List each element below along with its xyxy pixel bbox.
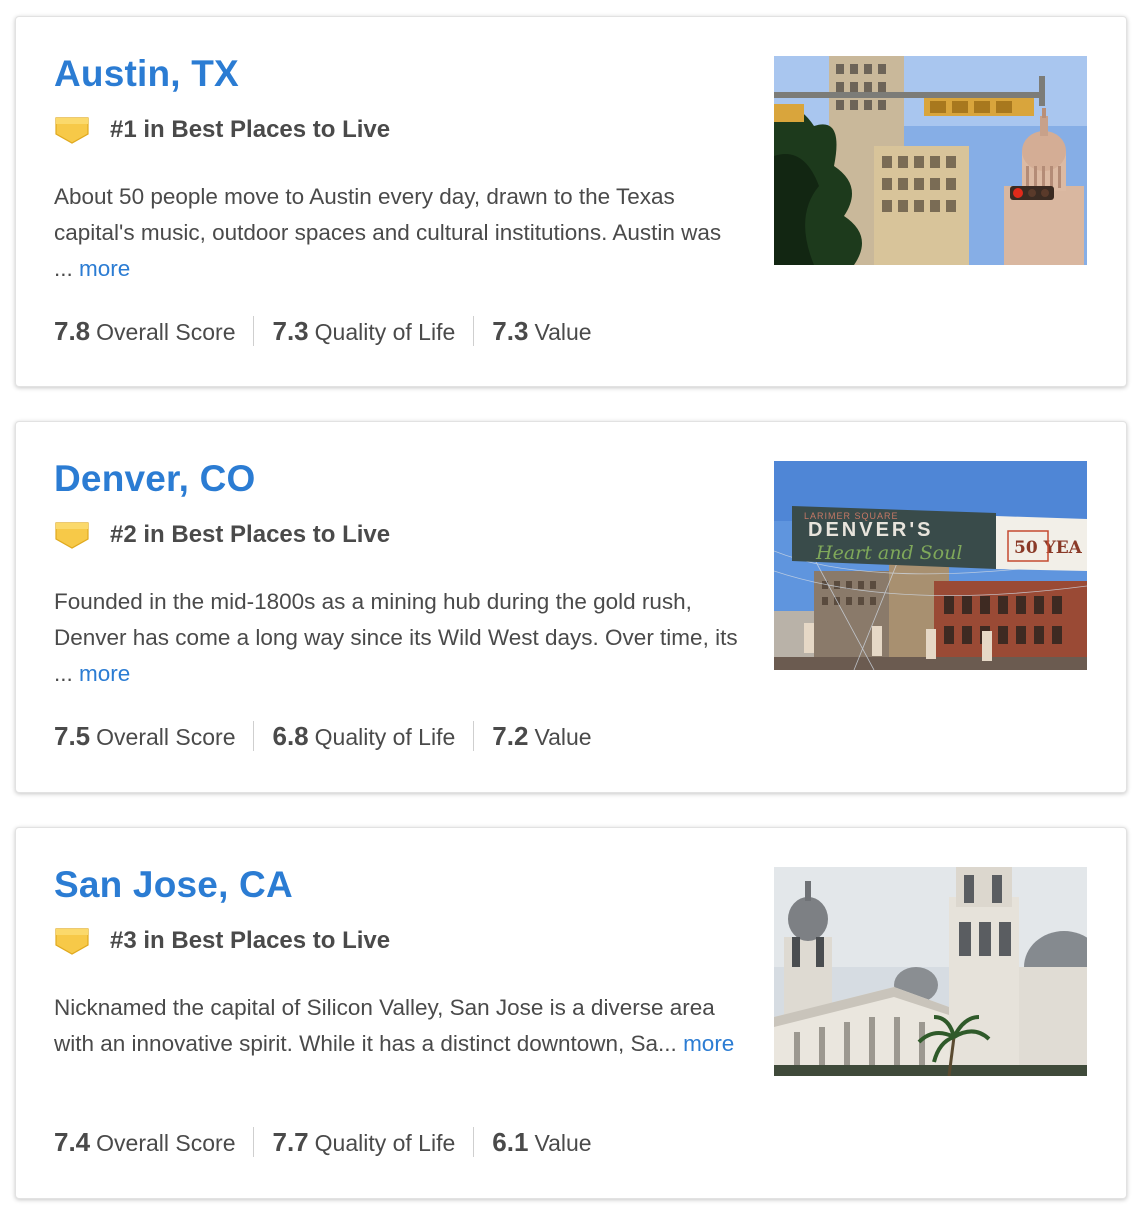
quality-score-value: 7.3 [272, 315, 309, 346]
value-score-value: 7.3 [492, 315, 529, 346]
description-text: About 50 people move to Austin every day… [54, 184, 722, 281]
overall-score-label: Overall Score [96, 318, 236, 345]
more-link[interactable]: more [683, 1031, 734, 1056]
city-title-link[interactable]: Denver, CO [54, 456, 255, 502]
austin-capitol-photo[interactable] [774, 56, 1087, 265]
more-link[interactable]: more [79, 661, 130, 686]
quality-score-value: 6.8 [272, 720, 309, 751]
value-score-label: Value [534, 1129, 592, 1156]
city-title-link[interactable]: Austin, TX [54, 51, 239, 97]
city-list: Austin, TX #1 in Best Places to Live Abo… [15, 16, 1127, 1199]
quality-of-life-score: 7.7 Quality of Life [272, 1127, 455, 1158]
score-row: 7.5 Overall Score 6.8 Quality of Life 7.… [54, 718, 592, 754]
value-score: 7.3 Value [492, 316, 591, 347]
overall-score: 7.4 Overall Score [54, 1127, 235, 1158]
quality-of-life-score: 7.3 Quality of Life [272, 316, 455, 347]
score-divider [473, 721, 475, 751]
rank-label: #1 in Best Places to Live [110, 116, 391, 143]
value-score-label: Value [534, 723, 592, 750]
rank-row: #1 in Best Places to Live [54, 113, 390, 147]
overall-score-value: 7.5 [54, 720, 91, 751]
value-score-label: Value [534, 318, 592, 345]
rank-label: #3 in Best Places to Live [110, 927, 391, 954]
banner-main-text: DENVER'S [808, 519, 933, 541]
city-card-denver: Denver, CO #2 in Best Places to Live Fou… [15, 421, 1127, 793]
score-divider [253, 1127, 255, 1157]
rank-label: #2 in Best Places to Live [110, 521, 391, 548]
rank-row: #3 in Best Places to Live [54, 924, 390, 958]
overall-score: 7.8 Overall Score [54, 316, 235, 347]
score-row: 7.4 Overall Score 7.7 Quality of Life 6.… [54, 1124, 592, 1160]
value-score: 7.2 Value [492, 721, 591, 752]
shield-badge-icon [55, 117, 89, 144]
rank-row: #2 in Best Places to Live [54, 518, 390, 552]
value-score-value: 6.1 [492, 1126, 529, 1157]
city-description: About 50 people move to Austin every day… [54, 179, 744, 287]
score-divider [473, 316, 475, 346]
banner-script-text: Heart and Soul [815, 542, 962, 564]
overall-score-label: Overall Score [96, 1129, 236, 1156]
city-card-austin: Austin, TX #1 in Best Places to Live Abo… [15, 16, 1127, 387]
score-divider [253, 316, 255, 346]
description-text: Founded in the mid-1800s as a mining hub… [54, 589, 738, 686]
score-row: 7.8 Overall Score 7.3 Quality of Life 7.… [54, 313, 592, 349]
score-divider [473, 1127, 475, 1157]
value-score-value: 7.2 [492, 720, 529, 751]
denver-larimer-square-photo[interactable]: LARIMER SQUARE DENVER'S Heart and Soul 5… [774, 461, 1087, 670]
description-text: Nicknamed the capital of Silicon Valley,… [54, 995, 715, 1056]
quality-score-label: Quality of Life [314, 318, 456, 345]
san-jose-cathedral-photo[interactable] [774, 867, 1087, 1076]
value-score: 6.1 Value [492, 1127, 591, 1158]
score-divider [253, 721, 255, 751]
overall-score-value: 7.8 [54, 315, 91, 346]
overall-score-value: 7.4 [54, 1126, 91, 1157]
overall-score: 7.5 Overall Score [54, 721, 235, 752]
quality-score-value: 7.7 [272, 1126, 309, 1157]
quality-of-life-score: 6.8 Quality of Life [272, 721, 455, 752]
shield-badge-icon [55, 522, 89, 549]
city-card-san-jose: San Jose, CA #3 in Best Places to Live N… [15, 827, 1127, 1199]
city-description: Nicknamed the capital of Silicon Valley,… [54, 990, 744, 1062]
shield-badge-icon [55, 928, 89, 955]
overall-score-label: Overall Score [96, 723, 236, 750]
city-description: Founded in the mid-1800s as a mining hub… [54, 584, 744, 692]
quality-score-label: Quality of Life [314, 1129, 456, 1156]
city-title-link[interactable]: San Jose, CA [54, 862, 293, 908]
more-link[interactable]: more [79, 256, 130, 281]
quality-score-label: Quality of Life [314, 723, 456, 750]
